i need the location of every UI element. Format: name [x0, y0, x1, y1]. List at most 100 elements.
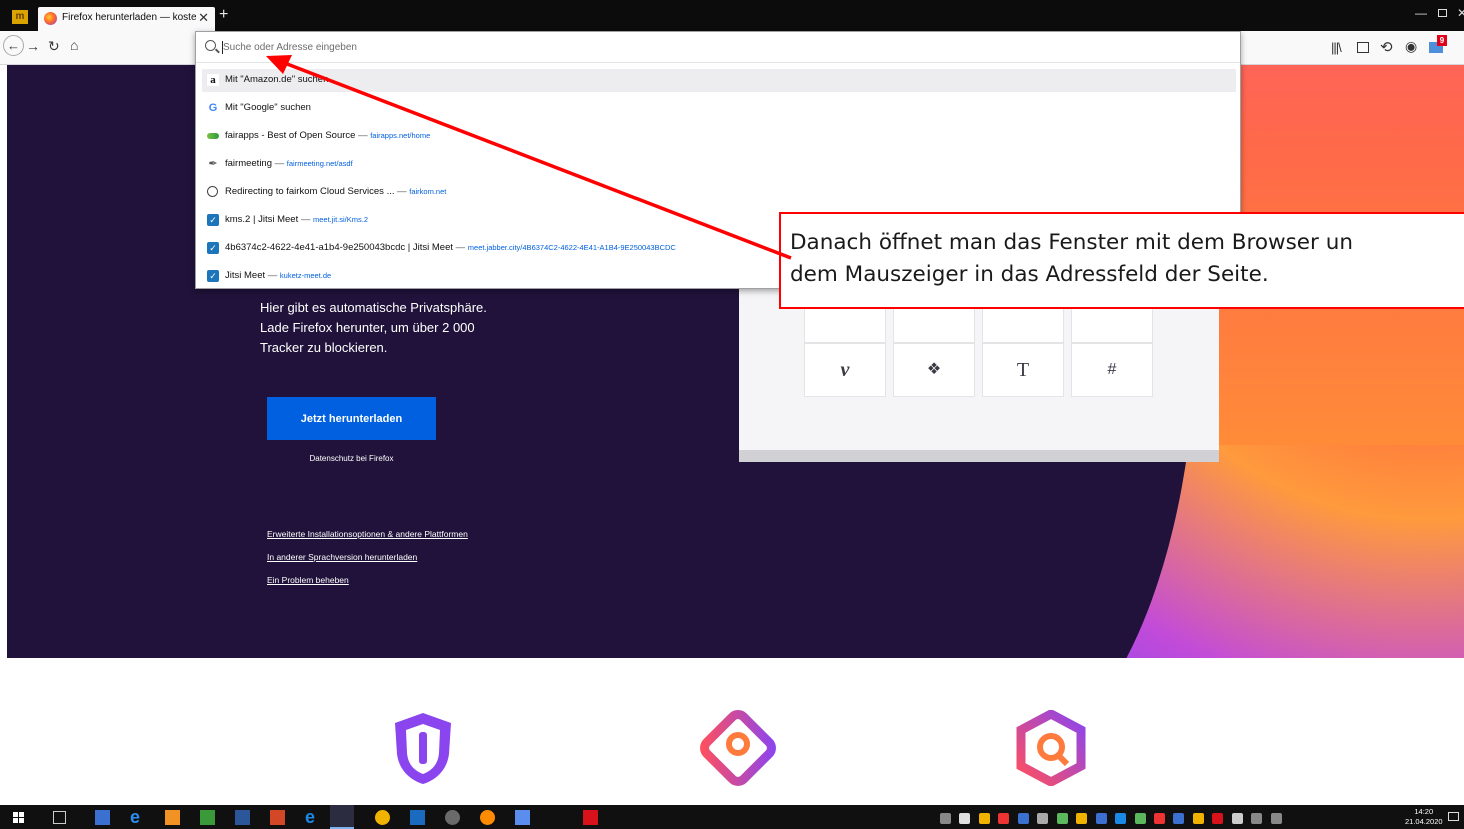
- word-icon[interactable]: [235, 810, 250, 825]
- suggestion-item[interactable]: G Mit "Google" suchen: [202, 97, 1236, 120]
- browser-tab[interactable]: Firefox herunterladen — kosten ✕: [38, 7, 215, 31]
- install-options-link[interactable]: Erweiterte Installationsoptionen & ander…: [267, 529, 468, 539]
- suggestion-title-text: fairmeeting: [225, 158, 272, 169]
- suggestion-item[interactable]: Redirecting to fairkom Cloud Services ..…: [202, 181, 1236, 204]
- file-explorer-icon[interactable]: [95, 810, 110, 825]
- notification-icon[interactable]: [1448, 812, 1459, 821]
- url-input-row[interactable]: [196, 32, 1240, 63]
- other-language-link[interactable]: In anderer Sprachversion herunterladen: [267, 552, 417, 562]
- firefox-taskbar-icon[interactable]: [330, 805, 354, 829]
- clock[interactable]: 14:20 21.04.2020: [1405, 807, 1443, 827]
- suggestion-title: Jitsi Meet — kuketz-meet.de: [225, 270, 331, 281]
- tray-icon[interactable]: [1056, 813, 1068, 825]
- clock-date: 21.04.2020: [1405, 817, 1443, 826]
- suggestion-title-text: fairapps - Best of Open Source: [225, 130, 356, 141]
- outlook-icon[interactable]: [165, 810, 180, 825]
- suggestion-title-text: kms.2 | Jitsi Meet: [225, 214, 299, 225]
- monitor-icon: [700, 710, 776, 786]
- suggestion-title: Redirecting to fairkom Cloud Services ..…: [225, 186, 446, 197]
- suggestion-url: meet.jabber.city/4B6374C2-4622-4E41-A1B4…: [467, 243, 676, 252]
- suggestion-separator: —: [455, 242, 466, 253]
- clock-time: 14:20: [1414, 807, 1434, 816]
- feather-icon: ✒: [208, 158, 218, 170]
- suggestion-item[interactable]: fairapps - Best of Open Source — fairapp…: [202, 125, 1236, 148]
- sidebar-icon[interactable]: [1357, 42, 1369, 53]
- volume-icon[interactable]: [1270, 813, 1282, 825]
- hero-line: Lade Firefox herunter, um über 2 000: [260, 320, 475, 335]
- forward-button[interactable]: →: [26, 38, 40, 54]
- library-icon[interactable]: |||\: [1331, 40, 1342, 55]
- mail-badge: 9: [1437, 35, 1447, 46]
- windows-start-icon[interactable]: [13, 812, 24, 823]
- privacy-link[interactable]: Datenschutz bei Firefox: [267, 454, 436, 463]
- suggestion-title: 4b6374c2-4622-4e41-a1b4-9e250043bcdc | J…: [225, 242, 676, 253]
- tray-icon[interactable]: [1153, 813, 1165, 825]
- task-view-icon[interactable]: [53, 811, 66, 824]
- system-tray: [940, 810, 1286, 825]
- suggestion-title-text: Mit "Amazon.de" suchen: [225, 74, 329, 85]
- lockwise-icon: [1016, 710, 1086, 786]
- callout-line: dem Mauszeiger in das Adressfeld der Sei…: [790, 262, 1269, 287]
- close-window-button[interactable]: ✕: [1457, 6, 1464, 20]
- excel-icon[interactable]: [200, 810, 215, 825]
- firefox-icon: [44, 12, 57, 25]
- slack-icon: #: [1071, 343, 1153, 397]
- suggestion-item[interactable]: a Mit "Amazon.de" suchen: [202, 69, 1236, 92]
- tray-icon[interactable]: [1173, 813, 1185, 825]
- app-icon[interactable]: [410, 810, 425, 825]
- home-button[interactable]: ⌂: [70, 37, 78, 53]
- suggestion-title: Mit "Amazon.de" suchen: [225, 74, 328, 85]
- tab-close-icon[interactable]: ✕: [198, 10, 209, 26]
- acrobat-icon[interactable]: [583, 810, 598, 825]
- suggestion-title: kms.2 | Jitsi Meet — meet.jit.si/Kms.2: [225, 214, 368, 225]
- troubleshoot-link[interactable]: Ein Problem beheben: [267, 575, 349, 585]
- suggestion-url: meet.jit.si/Kms.2: [312, 215, 368, 224]
- tray-icon[interactable]: [1115, 813, 1127, 825]
- account-icon[interactable]: ◉: [1405, 38, 1417, 55]
- suggestion-title-text: Redirecting to fairkom Cloud Services ..…: [225, 186, 395, 197]
- edge-icon[interactable]: e: [305, 808, 320, 826]
- tray-icon[interactable]: [1017, 813, 1029, 825]
- app-icon[interactable]: [480, 810, 495, 825]
- download-button[interactable]: Jetzt herunterladen: [267, 397, 436, 440]
- suggestion-title: Mit "Google" suchen: [225, 102, 311, 113]
- dropbox-icon: ❖: [893, 343, 975, 397]
- app-icon[interactable]: [515, 810, 530, 825]
- network-icon[interactable]: [1251, 813, 1263, 825]
- tray-icon[interactable]: [978, 813, 990, 825]
- tray-icon[interactable]: [1134, 813, 1146, 825]
- tray-icon[interactable]: [1076, 813, 1088, 825]
- back-button[interactable]: ←: [3, 35, 24, 56]
- hero-line: Tracker zu blockieren.: [260, 340, 388, 355]
- minimize-button[interactable]: —: [1415, 6, 1427, 20]
- globe-icon: [207, 186, 218, 197]
- tray-icon[interactable]: [1212, 813, 1224, 825]
- url-input[interactable]: [223, 39, 1123, 56]
- powerpoint-icon[interactable]: [270, 810, 285, 825]
- tab-title: Firefox herunterladen — kosten: [62, 12, 196, 23]
- restore-button[interactable]: [1438, 9, 1447, 17]
- jitsi-icon: ✓: [207, 214, 219, 226]
- tray-icon[interactable]: [998, 813, 1010, 825]
- tray-icon[interactable]: [959, 813, 971, 825]
- tray-icon[interactable]: [940, 813, 951, 825]
- reload-button[interactable]: ↻: [48, 38, 60, 55]
- google-icon: G: [208, 102, 218, 114]
- suggestion-separator: —: [358, 130, 368, 141]
- tray-icon[interactable]: [1095, 813, 1107, 825]
- suggestion-url: fairapps.net/home: [370, 131, 431, 140]
- new-tab-button[interactable]: +: [219, 6, 228, 24]
- app-menu-icon[interactable]: m: [12, 10, 28, 24]
- tray-icon[interactable]: [1037, 813, 1049, 825]
- internet-explorer-icon[interactable]: e: [130, 808, 145, 826]
- suggestion-title: fairmeeting — fairmeeting.net/asdf: [225, 158, 353, 169]
- tray-icon[interactable]: [1231, 813, 1243, 825]
- amazon-icon: a: [207, 74, 219, 86]
- screen: m Firefox herunterladen — kosten ✕ + — ✕…: [0, 0, 1464, 829]
- app-icon[interactable]: [375, 810, 390, 825]
- fairapps-icon: [207, 133, 219, 139]
- tray-icon[interactable]: [1192, 813, 1204, 825]
- suggestion-item[interactable]: ✒ fairmeeting — fairmeeting.net/asdf: [202, 153, 1236, 176]
- history-icon[interactable]: ⟲: [1380, 38, 1393, 56]
- app-icon[interactable]: [445, 810, 460, 825]
